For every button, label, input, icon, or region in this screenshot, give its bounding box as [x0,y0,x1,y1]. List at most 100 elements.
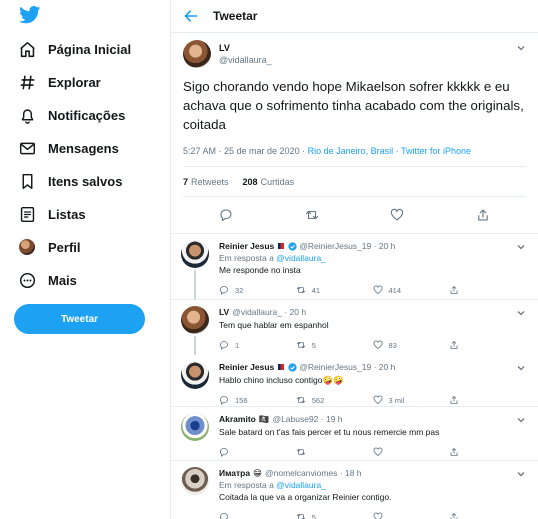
tweet-button[interactable]: Tweetar [14,304,145,334]
reply-tweet[interactable]: Иматра 😁 @nomelcanviomes · 18 h Em respo… [171,461,538,519]
like-heart-icon [373,512,382,519]
share-button[interactable] [449,285,526,295]
like-button[interactable]: 3 mil [373,395,450,405]
reply-count: 32 [235,285,244,295]
likes-count: 208 [242,176,258,187]
author-name[interactable]: Reinier Jesus [219,241,274,251]
tweet-source[interactable]: Twitter for iPhone [401,146,471,156]
nav-label: Perfil [48,239,81,255]
author-handle[interactable]: @Labuse92 [272,414,318,424]
reply-button[interactable] [219,447,296,457]
like-button[interactable]: 414 [373,285,450,295]
retweet-count: 41 [311,285,321,295]
nav-notifications[interactable]: Notificações [18,104,125,126]
verified-badge-icon [288,242,297,251]
reply-to-link[interactable]: @vidallaura_ [276,253,326,263]
reply-tweet[interactable]: Reinier Jesus @ReinierJesus_19 · 20 h Ha… [171,355,538,407]
reply-count: 156 [235,395,248,405]
like-button[interactable]: 83 [373,340,450,350]
author-handle[interactable]: @vidallaura_ [219,54,272,66]
author-handle[interactable]: @nomelcanviomes [265,468,337,478]
page-title: Tweetar [213,9,258,23]
nav-bookmarks[interactable]: Itens salvos [18,170,122,192]
chevron-down-icon[interactable] [516,469,526,479]
page-header: Tweetar [171,0,538,33]
reply-time[interactable]: · 19 h [321,414,343,424]
share-button[interactable] [449,340,526,350]
reply-icon [220,448,228,457]
chevron-down-icon[interactable] [516,308,526,318]
likes-stat[interactable]: 208 Curtidas [243,177,295,187]
nav-more[interactable]: Mais [18,269,77,291]
retweet-button[interactable]: 41 [296,285,373,295]
twitter-logo-icon[interactable] [19,6,41,24]
author-handle[interactable]: @ReinierJesus_19 [299,362,371,372]
reply-icon[interactable] [219,208,233,222]
back-arrow-icon[interactable] [183,8,199,24]
reply-tweet[interactable]: Reinier Jesus @ReinierJesus_19 · 20 h Em… [171,234,538,300]
like-button[interactable] [373,512,450,519]
author-name[interactable]: Иматра [219,468,250,478]
retweet-button[interactable]: 5 [296,340,373,350]
author-handle[interactable]: @ReinierJesus_19 [299,241,371,251]
chevron-down-icon[interactable] [516,363,526,373]
author-name[interactable]: Reinier Jesus [219,362,274,372]
chevron-down-icon[interactable] [516,242,526,252]
share-button[interactable] [449,512,526,519]
retweets-stat[interactable]: 7 Retweets [183,177,229,187]
main-column: Tweetar LV @vidallaura_ Sigo chorando ve… [170,0,538,519]
nav-home[interactable]: Página Inicial [18,38,131,60]
reply-actions [219,441,526,463]
retweet-icon[interactable] [305,208,319,222]
nav-profile[interactable]: Perfil [18,236,81,258]
tweet-timestamp[interactable]: 5:27 AM · 25 de mar de 2020 · [183,146,308,156]
bell-icon [18,106,36,124]
retweets-count: 7 [183,176,189,187]
share-icon[interactable] [476,208,490,222]
reply-time[interactable]: · 20 h [374,362,396,372]
like-heart-icon[interactable] [390,208,404,222]
avatar[interactable] [181,467,209,495]
author-name[interactable]: LV [219,307,229,317]
tweet-location[interactable]: Rio de Janeiro, Brasil [308,146,394,156]
like-heart-icon [373,395,382,405]
reply-time[interactable]: · 18 h [340,468,362,478]
nav-messages[interactable]: Mensagens [18,137,119,159]
share-button[interactable] [449,395,526,405]
profile-avatar-slot [18,238,36,256]
avatar[interactable] [181,240,209,268]
avatar[interactable] [183,40,211,68]
reply-button[interactable]: 32 [219,285,296,295]
chevron-down-icon[interactable] [516,43,526,53]
reply-button[interactable]: 156 [219,395,296,405]
like-button[interactable] [373,447,450,457]
retweet-button[interactable]: 5 [296,512,373,519]
retweet-button[interactable] [296,447,373,457]
reply-icon [220,341,228,350]
reply-icon [220,513,228,519]
share-button[interactable] [449,447,526,457]
author-handle[interactable]: @vidallaura_ [232,307,282,317]
avatar[interactable] [181,361,209,389]
reply-time[interactable]: · 20 h [284,307,306,317]
like-heart-icon [373,285,382,295]
reply-tweet[interactable]: Akramito 🏴‍☠️ @Labuse92 · 19 h Sale bata… [171,407,538,461]
reply-button[interactable]: 1 [219,340,296,350]
author-name[interactable]: LV [219,42,272,54]
avatar[interactable] [181,306,209,334]
sidebar: Página Inicial Explorar Notificações Men… [0,0,170,519]
like-count: 83 [388,340,397,350]
nav-lists[interactable]: Listas [18,203,86,225]
tweet-author[interactable]: LV @vidallaura_ [183,39,526,69]
retweet-button[interactable]: 562 [296,395,373,405]
nav-label: Mais [48,272,77,288]
chevron-down-icon[interactable] [516,415,526,425]
author-name[interactable]: Akramito [219,414,256,424]
reply-time[interactable]: · 20 h [374,241,396,251]
tweet-metadata: 5:27 AM · 25 de mar de 2020 · Rio de Jan… [183,146,526,167]
reply-button[interactable] [219,512,296,519]
avatar[interactable] [181,413,209,441]
nav-explore[interactable]: Explorar [18,71,101,93]
reply-to-link[interactable]: @vidallaura_ [276,480,326,490]
reply-tweet[interactable]: LV @vidallaura_ · 20 h Tem que hablar em… [171,300,538,355]
